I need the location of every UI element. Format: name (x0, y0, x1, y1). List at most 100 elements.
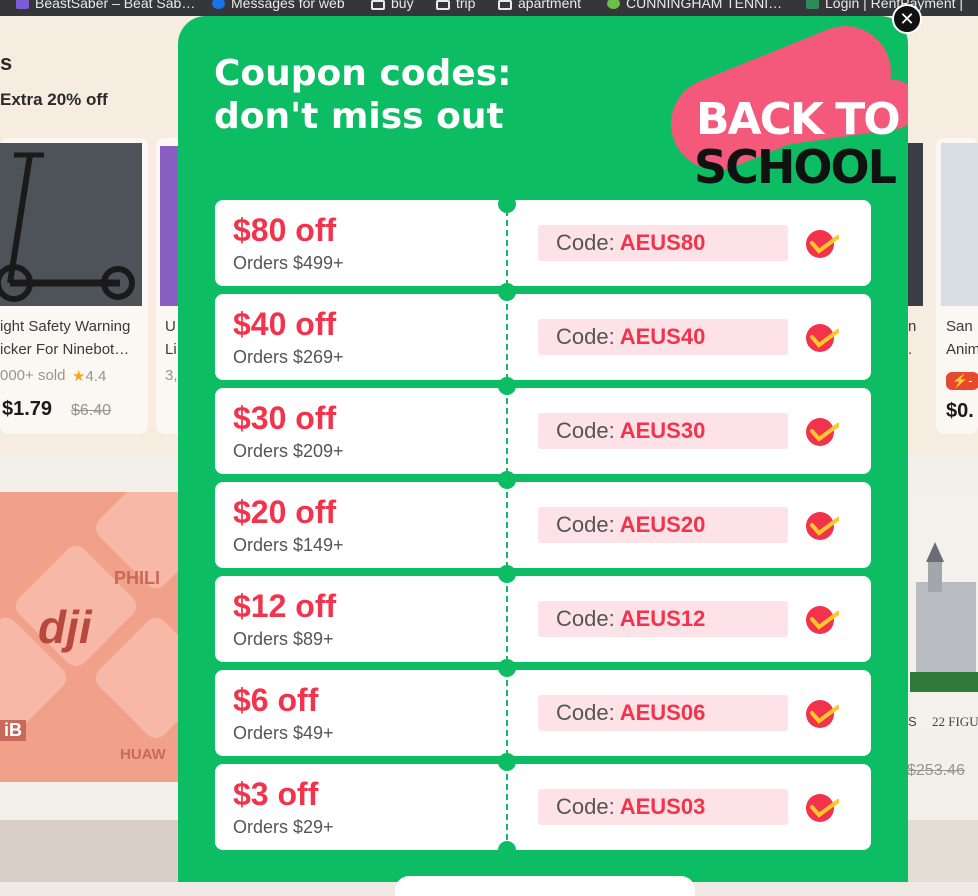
coupon-code-box[interactable]: Code: AEUS03 (538, 789, 788, 825)
bookmark-cunningham[interactable]: CUNNINGHAM TENNI… (607, 0, 782, 11)
folder-icon (498, 0, 512, 10)
ticket-notch (498, 659, 516, 677)
check-badge-icon (806, 606, 839, 634)
product-image[interactable] (941, 143, 978, 306)
product-title[interactable]: U (165, 318, 176, 335)
modal-title: Coupon codes: don't miss out (214, 53, 512, 137)
coupon-code[interactable]: AEUS40 (620, 324, 706, 350)
coupon-card[interactable]: $12 off Orders $89+ Code: AEUS12 (215, 576, 871, 662)
coupon-divider (506, 482, 508, 568)
lego-figures-label: 22 FIGU (932, 714, 978, 729)
lego-s-fragment: S (908, 714, 917, 729)
bookmarks-bar: BeastSaber – Beat Sab… Messages for web … (0, 0, 978, 16)
modal-action-button[interactable] (395, 876, 695, 896)
coupon-code[interactable]: AEUS20 (620, 512, 706, 538)
bookmark-label: CUNNINGHAM TENNI… (626, 0, 783, 11)
product-image[interactable] (160, 146, 178, 306)
discount-badge: ⚡- (946, 372, 978, 390)
coupon-card[interactable]: $6 off Orders $49+ Code: AEUS06 (215, 670, 871, 756)
coupon-min-order: Orders $49+ (233, 723, 334, 743)
coupon-amount: $3 off (233, 776, 319, 812)
product-title[interactable]: Anim (946, 341, 978, 358)
coupon-code[interactable]: AEUS03 (620, 794, 706, 820)
scooter-image (0, 152, 135, 302)
coupon-amount: $12 off (233, 588, 337, 624)
star-icon: ★ (72, 368, 86, 385)
castle-image (910, 542, 978, 692)
check-badge-icon (806, 512, 839, 540)
check-badge-icon (806, 230, 839, 258)
folder-icon (436, 0, 450, 10)
bookmark-folder-trip[interactable]: trip (436, 0, 475, 11)
product-image[interactable] (908, 143, 923, 306)
check-badge-icon (806, 418, 839, 446)
code-label: Code: (556, 324, 615, 349)
coupon-card[interactable]: $40 off Orders $269+ Code: AEUS40 (215, 294, 871, 380)
product-title[interactable]: . (908, 341, 912, 358)
product-price: $0. (946, 400, 974, 422)
coupon-code-box[interactable]: Code: AEUS40 (538, 319, 788, 355)
coupon-divider (506, 670, 508, 756)
coupon-amount: $80 off (233, 212, 337, 248)
coupon-code-box[interactable]: Code: AEUS06 (538, 695, 788, 731)
coupon-code-box[interactable]: Code: AEUS20 (538, 507, 788, 543)
product-title[interactable]: icker For Ninebot… (0, 341, 129, 358)
check-badge-icon (806, 700, 839, 728)
coupon-code[interactable]: AEUS06 (620, 700, 706, 726)
coupon-card[interactable]: $30 off Orders $209+ Code: AEUS30 (215, 388, 871, 474)
bookmark-label: Messages for web (231, 0, 345, 11)
rentpayment-icon (806, 0, 819, 9)
logo-text-line1: BACK TO (696, 94, 901, 145)
beastsaber-icon (16, 0, 29, 9)
coupon-min-order: Orders $89+ (233, 629, 334, 649)
bookmark-messages[interactable]: Messages for web (212, 0, 345, 11)
product-price: $1.79 (2, 398, 53, 420)
product-title[interactable]: n (908, 318, 916, 335)
coupon-code-box[interactable]: Code: AEUS12 (538, 601, 788, 637)
bookmark-folder-buy[interactable]: buy (371, 0, 414, 11)
product-sold: 3, (165, 367, 178, 384)
coupon-amount: $40 off (233, 306, 337, 342)
rating-value: 4.4 (85, 368, 107, 385)
coupon-min-order: Orders $209+ (233, 441, 344, 461)
coupon-code-box[interactable]: Code: AEUS30 (538, 413, 788, 449)
coupon-card[interactable]: $3 off Orders $29+ Code: AEUS03 (215, 764, 871, 850)
banner-photo[interactable] (908, 820, 978, 882)
product-title[interactable]: San (946, 318, 973, 335)
ticket-notch (498, 753, 516, 771)
lego-card[interactable] (908, 492, 978, 732)
ticket-notch (498, 377, 516, 395)
bookmark-beastsaber[interactable]: BeastSaber – Beat Sab… (16, 0, 195, 11)
messages-icon (212, 0, 225, 9)
ticket-notch (498, 565, 516, 583)
coupon-min-order: Orders $149+ (233, 535, 344, 555)
coupon-code[interactable]: AEUS80 (620, 230, 706, 256)
code-label: Code: (556, 230, 615, 255)
brand-banner[interactable]: PHILI dji HUAW iB (0, 492, 178, 782)
coupon-code-box[interactable]: Code: AEUS80 (538, 225, 788, 261)
ticket-notch (498, 841, 516, 859)
close-icon[interactable]: ✕ (892, 4, 922, 34)
code-label: Code: (556, 512, 615, 537)
product-title[interactable]: ight Safety Warning (0, 318, 130, 335)
banner-photo[interactable] (0, 820, 178, 882)
coupon-code[interactable]: AEUS12 (620, 606, 706, 632)
ticket-notch (498, 283, 516, 301)
product-title[interactable]: Li (165, 341, 177, 358)
coupon-min-order: Orders $269+ (233, 347, 344, 367)
coupon-modal: Coupon codes: don't miss out BACK TO SCH… (178, 16, 908, 882)
brand-dji: dji (38, 601, 92, 653)
coupon-divider (506, 764, 508, 850)
bookmark-folder-apartment[interactable]: apartment (498, 0, 581, 11)
product-image[interactable] (0, 143, 142, 306)
coupon-code[interactable]: AEUS30 (620, 418, 706, 444)
coupon-card[interactable]: $80 off Orders $499+ Code: AEUS80 (215, 200, 871, 286)
coupon-amount: $20 off (233, 494, 337, 530)
coupon-card[interactable]: $20 off Orders $149+ Code: AEUS20 (215, 482, 871, 568)
lego-original-price: $253.46 (907, 762, 965, 779)
coupon-min-order: Orders $29+ (233, 817, 334, 837)
coupon-divider (506, 576, 508, 662)
coupon-amount: $6 off (233, 682, 319, 718)
bookmark-rentpayment[interactable]: Login | RentPayment | (806, 0, 963, 11)
back-to-school-logo: BACK TO SCHOOL (657, 16, 908, 200)
